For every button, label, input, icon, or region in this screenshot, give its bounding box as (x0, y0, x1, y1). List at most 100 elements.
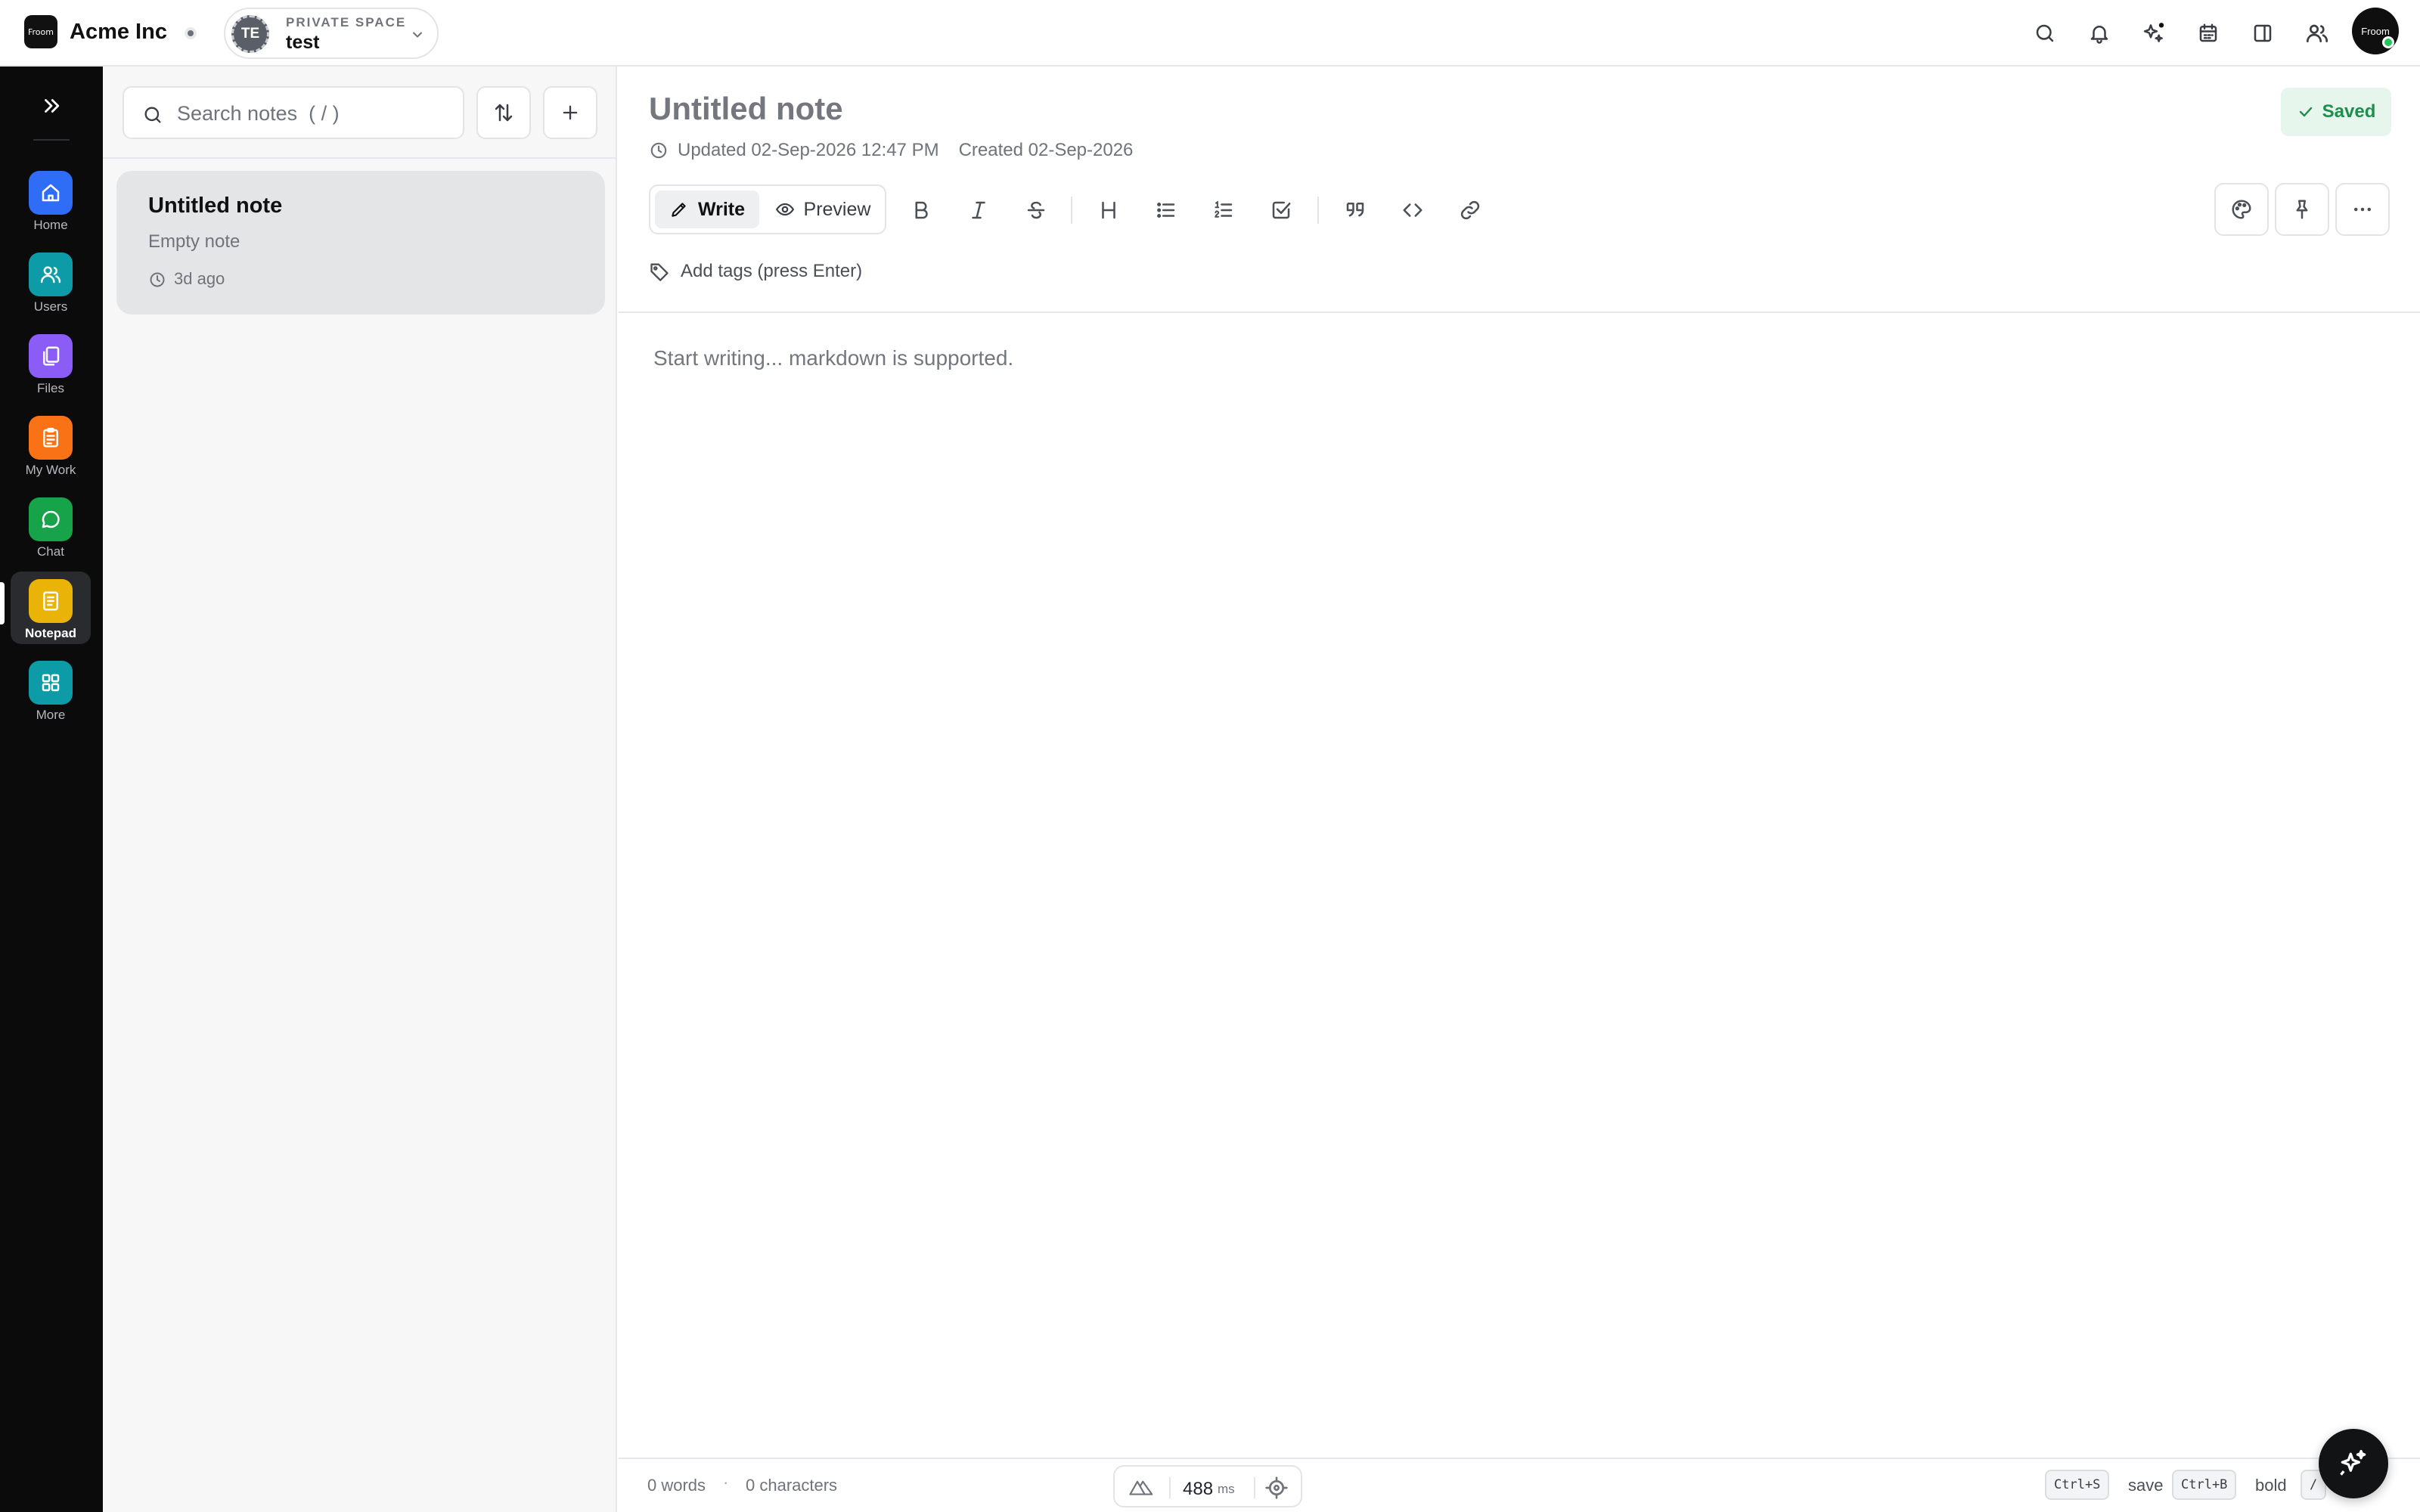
heading-icon[interactable] (1089, 191, 1128, 230)
eye-icon (775, 200, 795, 219)
sort-button[interactable] (476, 86, 531, 139)
ai-assistant-button[interactable] (2319, 1429, 2388, 1498)
search-notes-input[interactable] (177, 100, 449, 127)
clock-icon (649, 141, 669, 160)
more-horizontal-icon (2351, 198, 2374, 221)
rail-item-users[interactable]: Users (11, 245, 91, 318)
note-list-item[interactable]: Untitled note Empty note 3d ago (116, 171, 605, 314)
widget-separator (1169, 1477, 1171, 1498)
workspace-name[interactable]: Acme Inc (70, 20, 167, 45)
latency-value: 488 (1183, 1479, 1214, 1499)
files-icon (29, 334, 73, 378)
rail-divider (33, 139, 70, 141)
sidebar-toggle-icon[interactable] (2246, 17, 2279, 50)
editor-status-bar: 0 words · 0 characters 488 ms Ctrl+S sav… (619, 1458, 2420, 1512)
target-icon[interactable] (1264, 1476, 1289, 1500)
note-item-title: Untitled note (148, 194, 283, 218)
space-kicker: PRIVATE SPACE (286, 15, 407, 29)
link-icon[interactable] (1450, 191, 1490, 230)
search-notes-box[interactable] (123, 86, 464, 139)
divider (619, 311, 2420, 313)
preview-tab-label: Preview (803, 198, 871, 220)
ai-sparkle-icon (2337, 1447, 2370, 1480)
rail-item-my-work[interactable]: My Work (11, 408, 91, 481)
workspace-status-dot (185, 27, 197, 39)
rail-label: Files (37, 381, 64, 395)
created-timestamp: Created 02-Sep-2026 (958, 140, 1134, 160)
rail-item-more[interactable]: More (11, 653, 91, 726)
rail-label: Chat (37, 544, 64, 559)
rail-label: More (36, 708, 66, 722)
search-icon[interactable] (2028, 17, 2062, 50)
rail-label: Home (33, 218, 68, 232)
brand-logo[interactable]: Froom (24, 15, 57, 48)
rail-label: My Work (25, 463, 76, 477)
pin-icon (2291, 198, 2313, 221)
rail-label: Notepad (25, 626, 76, 640)
rail-item-files[interactable]: Files (11, 327, 91, 399)
tags-input[interactable]: Add tags (press Enter) (649, 259, 862, 284)
saved-status-badge: Saved (2281, 88, 2391, 136)
grid-icon (29, 661, 73, 705)
note-item-preview: Empty note (148, 231, 240, 252)
rail-item-notepad[interactable]: Notepad (11, 572, 91, 644)
mode-toggle: Write Preview (649, 184, 886, 234)
rail-label: Users (33, 299, 68, 314)
calendar-icon[interactable] (2192, 17, 2225, 50)
pin-button[interactable] (2275, 183, 2329, 236)
plus-icon (560, 102, 581, 123)
latency-unit: ms (1218, 1482, 1235, 1496)
divider (103, 157, 617, 159)
performance-widget[interactable]: 488 ms (1113, 1465, 1302, 1507)
note-body-editor[interactable] (653, 346, 2378, 1405)
checklist-icon[interactable] (1261, 191, 1301, 230)
users-icon (29, 253, 73, 296)
preview-tab[interactable]: Preview (765, 191, 880, 228)
shortcut-label-bold: bold (2255, 1476, 2287, 1495)
code-icon[interactable] (1393, 191, 1432, 230)
notes-list-pane: Untitled note Empty note 3d ago (103, 67, 617, 1512)
rail-item-chat[interactable]: Chat (11, 490, 91, 562)
bullet-list-icon[interactable] (1146, 191, 1186, 230)
strikethrough-icon[interactable] (1016, 191, 1056, 230)
space-switcher[interactable]: TE PRIVATE SPACE test (224, 8, 439, 59)
search-icon (142, 104, 163, 125)
note-editor: Untitled note Updated 02-Sep-2026 12:47 … (619, 67, 2420, 1512)
sort-icon (492, 101, 515, 124)
home-icon (29, 171, 73, 215)
character-count: 0 characters (746, 1476, 838, 1495)
top-bar: Froom Acme Inc TE PRIVATE SPACE test Fro… (0, 0, 2420, 67)
write-tab[interactable]: Write (655, 191, 759, 228)
palette-button[interactable] (2214, 183, 2269, 236)
active-indicator (0, 582, 5, 624)
clipboard-icon (29, 416, 73, 460)
shortcut-key-save: Ctrl+S (2045, 1470, 2110, 1500)
write-tab-label: Write (697, 198, 746, 220)
shortcut-label-save: save (2128, 1476, 2164, 1495)
saved-label: Saved (2322, 101, 2376, 122)
bell-icon[interactable] (2083, 17, 2116, 50)
more-options-button[interactable] (2335, 183, 2390, 236)
quote-icon[interactable] (1336, 191, 1375, 230)
note-item-time: 3d ago (174, 269, 225, 288)
note-title[interactable]: Untitled note (649, 91, 843, 127)
ai-sparkle-icon[interactable] (2137, 17, 2170, 50)
user-avatar[interactable]: Froom (2352, 8, 2399, 54)
triangle-logo-icon (1128, 1476, 1156, 1498)
expand-rail-icon[interactable] (35, 89, 68, 122)
note-meta: Updated 02-Sep-2026 12:47 PM Created 02-… (649, 139, 1133, 162)
updated-timestamp: Updated 02-Sep-2026 12:47 PM (678, 140, 939, 160)
widget-separator (1254, 1477, 1255, 1498)
team-icon[interactable] (2301, 17, 2334, 50)
tag-icon (649, 261, 670, 282)
separator-dot: · (723, 1473, 729, 1492)
bold-icon[interactable] (901, 191, 941, 230)
chat-icon (29, 497, 73, 541)
italic-icon[interactable] (959, 191, 998, 230)
pencil-icon (669, 200, 689, 219)
shortcut-key-bold: Ctrl+B (2172, 1470, 2237, 1500)
rail-item-home[interactable]: Home (11, 163, 91, 236)
space-name: test (286, 32, 320, 53)
numbered-list-icon[interactable] (1204, 191, 1243, 230)
new-note-button[interactable] (543, 86, 597, 139)
